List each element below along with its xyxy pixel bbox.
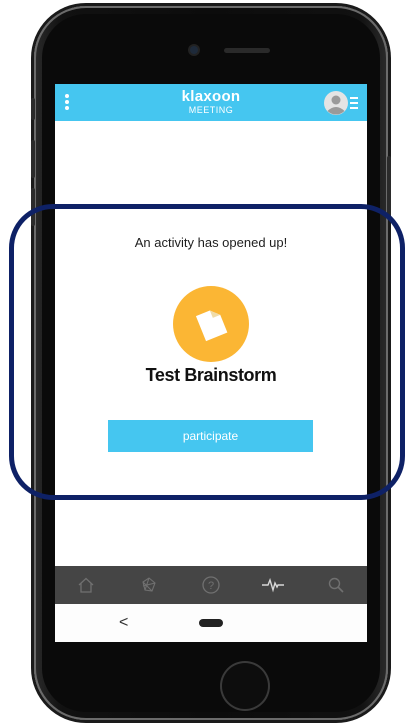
home-pill-icon[interactable]	[199, 619, 223, 627]
question-icon[interactable]: ?	[191, 566, 231, 604]
search-icon[interactable]	[316, 566, 356, 604]
brand-logo: klaxoon	[181, 88, 241, 105]
side-button-silent	[31, 98, 35, 120]
home-button[interactable]	[220, 661, 270, 711]
brainstorm-icon[interactable]	[129, 566, 169, 604]
user-profile-icon[interactable]	[323, 89, 361, 117]
earpiece-speaker	[224, 48, 270, 53]
side-button-power	[387, 156, 391, 216]
bottom-nav: ?	[55, 566, 367, 604]
svg-text:?: ?	[208, 580, 214, 592]
pulse-icon[interactable]	[253, 566, 293, 604]
home-icon[interactable]	[66, 566, 106, 604]
side-button-volume-up	[31, 140, 35, 178]
front-camera	[190, 46, 198, 54]
brand-subtitle: MEETING	[188, 105, 234, 115]
system-nav-bar: <	[55, 604, 367, 642]
app-header: klaxoon MEETING	[55, 84, 367, 121]
highlight-frame	[9, 204, 405, 500]
back-icon[interactable]: <	[119, 613, 128, 633]
